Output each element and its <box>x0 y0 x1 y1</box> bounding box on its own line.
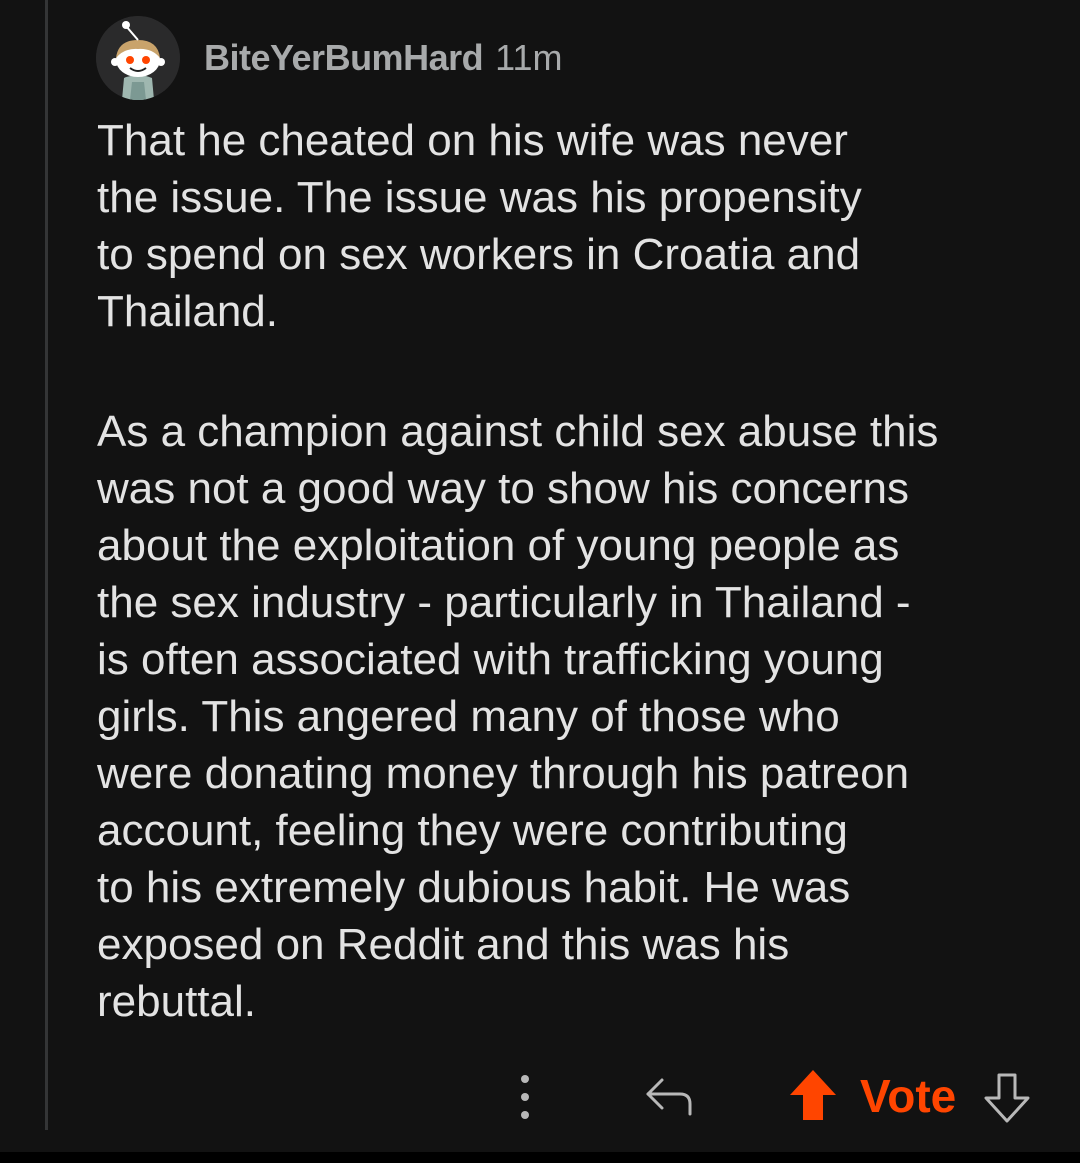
thread-line[interactable] <box>45 0 48 1130</box>
comment-paragraph: That he cheated on his wife was never th… <box>97 116 862 336</box>
bottom-edge <box>0 1152 1080 1163</box>
comment-age: 11m <box>495 37 563 78</box>
comment-screen: BiteYerBumHard 11m That he cheated on hi… <box>0 0 1080 1163</box>
downvote-arrow-icon[interactable] <box>982 1072 1032 1124</box>
vote-count-label: Vote <box>860 1070 957 1122</box>
snoo-avatar-icon <box>96 16 180 100</box>
comment-actions: Vote <box>0 1066 1080 1126</box>
more-vertical-icon[interactable] <box>505 1070 545 1124</box>
comment-paragraph: As a champion against child sex abuse th… <box>97 407 939 1026</box>
upvote-arrow-icon[interactable] <box>788 1068 838 1122</box>
avatar[interactable] <box>96 16 180 100</box>
comment-body: That he cheated on his wife was never th… <box>97 112 1057 1030</box>
reply-arrow-icon[interactable] <box>642 1072 698 1120</box>
author-username[interactable]: BiteYerBumHard <box>204 37 484 79</box>
comment-header: BiteYerBumHard 11m <box>96 16 562 100</box>
